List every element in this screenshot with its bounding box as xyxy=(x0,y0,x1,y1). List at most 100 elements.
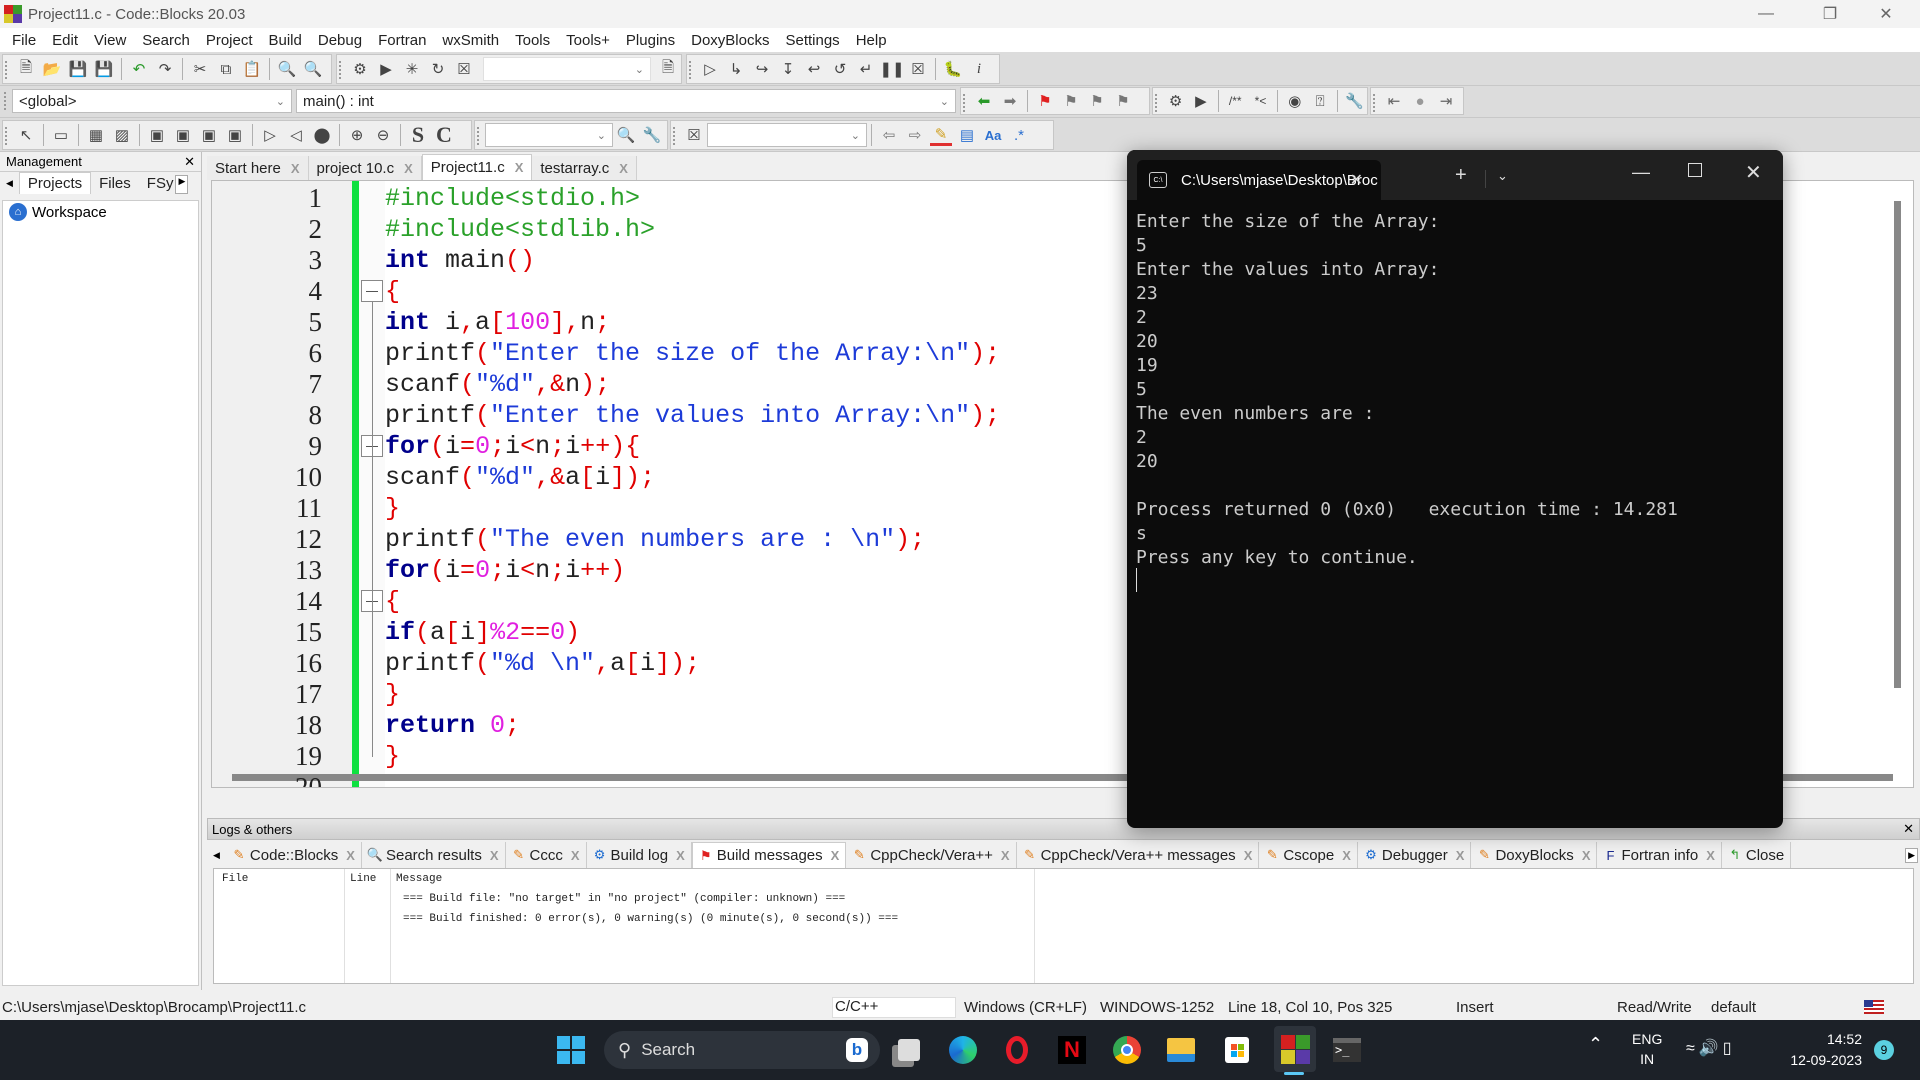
terminal-close-icon[interactable]: ✕ xyxy=(1745,160,1762,185)
menu-doxyblocks[interactable]: DoxyBlocks xyxy=(683,32,777,49)
code-line[interactable]: { xyxy=(385,276,400,307)
toolbar-grip[interactable] xyxy=(673,127,676,145)
tab-testarray-c[interactable]: testarray.c X xyxy=(532,156,637,180)
tab-fsymbols[interactable]: FSy xyxy=(139,173,176,194)
menu-help[interactable]: Help xyxy=(848,32,895,49)
menu-build[interactable]: Build xyxy=(261,32,310,49)
netflix-icon[interactable]: N xyxy=(1056,1034,1088,1066)
jump-clear-icon[interactable]: ● xyxy=(1409,90,1431,112)
search-options-icon[interactable]: 🔧 xyxy=(641,124,663,146)
log-tab-build-log[interactable]: ⚙ Build log X xyxy=(587,842,692,868)
close-tab-icon[interactable]: ✕ xyxy=(1350,170,1363,190)
menu-debug[interactable]: Debug xyxy=(310,32,370,49)
step-into-instruction-icon[interactable]: ↵ xyxy=(855,58,877,80)
chrome-icon[interactable] xyxy=(1111,1034,1143,1066)
tree-item-workspace[interactable]: ⌂ Workspace xyxy=(3,201,198,223)
tabs-scroll-right-icon[interactable]: ▶ xyxy=(175,175,189,194)
log-tab-fortran-info[interactable]: F Fortran info X xyxy=(1597,842,1722,868)
align-center-icon[interactable]: ▣ xyxy=(198,124,220,146)
language-indicator[interactable]: ENG IN xyxy=(1632,1029,1662,1069)
forward-arrow-icon[interactable]: ➡ xyxy=(999,90,1021,112)
next-bookmark-icon[interactable]: ⚑ xyxy=(1086,90,1108,112)
taskbar-search-box[interactable]: ⚲ Search b xyxy=(604,1031,880,1069)
code-line[interactable]: } xyxy=(385,493,400,524)
block-comment-icon[interactable]: /** xyxy=(1225,90,1246,112)
zoom-in-icon[interactable]: ⊕ xyxy=(346,124,368,146)
border-both-icon[interactable]: ⬤ xyxy=(311,124,333,146)
toolbar-grip[interactable] xyxy=(1155,94,1158,112)
paste-icon[interactable]: 📋 xyxy=(241,58,263,80)
run-to-cursor-icon[interactable]: ↳ xyxy=(725,58,747,80)
tab-project11-c[interactable]: Project11.c X xyxy=(421,154,533,180)
save-all-icon[interactable]: 💾 xyxy=(93,58,115,80)
grid-sizer-icon[interactable]: ▦ xyxy=(85,124,107,146)
tab-project-10-c[interactable]: project 10.c X xyxy=(308,156,422,180)
toolbar-grip[interactable] xyxy=(477,127,480,145)
close-tab-icon[interactable]: X xyxy=(404,161,413,176)
run-icon[interactable]: ▶ xyxy=(375,58,397,80)
column-file[interactable]: File xyxy=(222,873,248,885)
code-line[interactable]: int main() xyxy=(385,245,535,276)
close-tab-icon[interactable]: X xyxy=(1582,848,1591,863)
clear-search-icon[interactable]: ☒ xyxy=(683,124,705,146)
log-tab-cccc[interactable]: ✎ Cccc X xyxy=(506,842,587,868)
close-tab-icon[interactable]: X xyxy=(346,848,355,863)
log-tab-close[interactable]: ↰ Close xyxy=(1722,842,1792,868)
find-next-icon[interactable]: ⇨ xyxy=(904,124,926,146)
close-tab-icon[interactable]: X xyxy=(490,848,499,863)
border-right-icon[interactable]: ▷ xyxy=(259,124,281,146)
toolbar-grip[interactable] xyxy=(689,61,692,79)
build-target-select[interactable]: ⌄ xyxy=(483,57,651,81)
build-options-icon[interactable]: 🗎 xyxy=(657,58,679,80)
regex-icon[interactable]: .* xyxy=(1008,124,1030,146)
search-combo[interactable]: ⌄ xyxy=(485,123,613,147)
close-button[interactable]: ✕ xyxy=(1858,0,1914,28)
rebuild-icon[interactable]: ↻ xyxy=(427,58,449,80)
menu-tools[interactable]: Tools xyxy=(507,32,558,49)
show-hidden-icons-icon[interactable]: ⌃ xyxy=(1588,1034,1603,1055)
debug-start-icon[interactable]: ▷ xyxy=(699,58,721,80)
cut-icon[interactable]: ✂ xyxy=(189,58,211,80)
code-line[interactable]: printf("Enter the values into Array:\n")… xyxy=(385,400,1000,431)
close-management-icon[interactable]: ✕ xyxy=(184,154,195,170)
close-tab-icon[interactable]: X xyxy=(1342,848,1351,863)
next-line-icon[interactable]: ↪ xyxy=(751,58,773,80)
menu-search[interactable]: Search xyxy=(134,32,198,49)
next-instruction-icon[interactable]: ↺ xyxy=(829,58,851,80)
tab-start-here[interactable]: Start here X xyxy=(207,156,309,180)
menu-plugins[interactable]: Plugins xyxy=(618,32,683,49)
log-tab-code-blocks[interactable]: ✎ Code::Blocks X xyxy=(226,842,362,868)
close-tab-icon[interactable]: X xyxy=(831,848,840,863)
c-icon[interactable]: C xyxy=(433,122,455,147)
terminal-maximize-icon[interactable] xyxy=(1688,163,1702,177)
menu-fortran[interactable]: Fortran xyxy=(370,32,434,49)
close-tab-icon[interactable]: X xyxy=(676,848,685,863)
incremental-search-input[interactable]: ⌄ xyxy=(707,123,867,147)
clock[interactable]: 14:52 12-09-2023 xyxy=(1778,1029,1862,1071)
close-tab-icon[interactable]: X xyxy=(1244,848,1253,863)
jump-back-icon[interactable]: ⇤ xyxy=(1383,90,1405,112)
close-tab-icon[interactable]: X xyxy=(1456,848,1465,863)
doxywizard-icon[interactable]: ⚙ xyxy=(1165,90,1186,112)
codeblocks-taskbar-icon[interactable] xyxy=(1274,1026,1316,1072)
line-comment-icon[interactable]: *< xyxy=(1250,90,1271,112)
code-line[interactable]: } xyxy=(385,679,400,710)
jump-forward-icon[interactable]: ⇥ xyxy=(1435,90,1457,112)
start-windows-icon[interactable] xyxy=(555,1034,587,1066)
task-view-icon[interactable] xyxy=(893,1034,925,1066)
function-select[interactable]: main() : int ⌄ xyxy=(296,89,956,113)
build-gear-icon[interactable]: ⚙ xyxy=(349,58,371,80)
menu-settings[interactable]: Settings xyxy=(777,32,847,49)
tab-projects[interactable]: Projects xyxy=(18,172,92,194)
code-line[interactable]: for(i=0;i<n;i++){ xyxy=(385,431,640,462)
restore-button[interactable]: ❐ xyxy=(1802,0,1858,28)
opera-icon[interactable] xyxy=(1001,1034,1033,1066)
step-into-icon[interactable]: ↧ xyxy=(777,58,799,80)
pause-icon[interactable]: ❚❚ xyxy=(879,58,904,80)
tabs-scroll-left-icon[interactable]: ◀ xyxy=(207,850,226,861)
system-tray-icons[interactable]: ≈🔊▯ xyxy=(1686,1038,1736,1058)
close-tab-icon[interactable]: X xyxy=(1706,848,1715,863)
code-line[interactable]: #include<stdlib.h> xyxy=(385,214,655,245)
code-line[interactable]: } xyxy=(385,741,400,772)
new-tab-icon[interactable]: + xyxy=(1455,164,1467,187)
